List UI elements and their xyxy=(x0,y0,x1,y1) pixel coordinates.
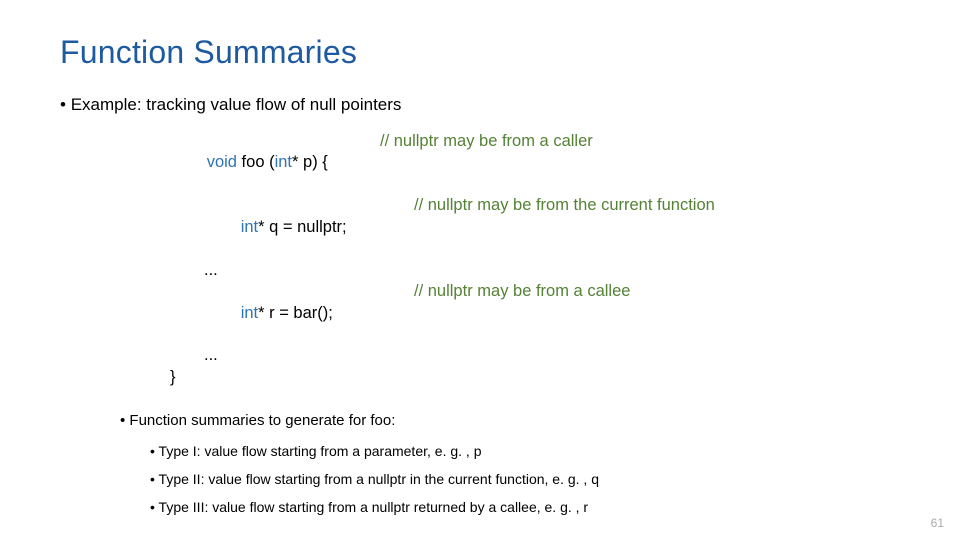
kw-void: void xyxy=(207,153,237,171)
code-line-5: ... xyxy=(170,345,900,366)
type-1: Type I: value flow starting from a param… xyxy=(150,443,900,459)
kw-int-3: int xyxy=(241,304,258,322)
code-block: void foo (int* p) { // nullptr may be fr… xyxy=(170,131,900,388)
type-2: Type II: value flow starting from a null… xyxy=(150,471,900,487)
code-line-6: } xyxy=(170,367,900,388)
code-foo: foo ( xyxy=(237,153,275,171)
code-line-3: ... xyxy=(170,260,900,281)
type-2-text: Type II: value flow starting from a null… xyxy=(159,471,599,487)
type-3: Type III: value flow starting from a nul… xyxy=(150,499,900,515)
comment-1: // nullptr may be from a caller xyxy=(380,131,593,195)
example-text: Example: tracking value flow of null poi… xyxy=(71,95,402,114)
code-line-4: int* r = bar(); // nullptr may be from a… xyxy=(170,281,900,345)
code-q: * q = nullptr; xyxy=(258,218,347,236)
dots-2: ... xyxy=(170,345,414,366)
code-param: * p) { xyxy=(292,153,328,171)
summary-section: Function summaries to generate for foo: … xyxy=(120,412,900,515)
example-bullet: Example: tracking value flow of null poi… xyxy=(60,95,900,115)
summary-heading: Function summaries to generate for foo: xyxy=(120,412,900,429)
kw-int-2: int xyxy=(241,218,258,236)
comment-3: // nullptr may be from a callee xyxy=(414,281,630,345)
slide: Function Summaries Example: tracking val… xyxy=(0,0,960,540)
type-1-text: Type I: value flow starting from a param… xyxy=(159,443,482,459)
code-line-2: int* q = nullptr; // nullptr may be from… xyxy=(170,195,900,259)
code-close: } xyxy=(170,367,176,388)
code-line-1: void foo (int* p) { // nullptr may be fr… xyxy=(170,131,900,195)
type-3-text: Type III: value flow starting from a nul… xyxy=(159,499,589,515)
page-title: Function Summaries xyxy=(60,34,900,71)
comment-2: // nullptr may be from the current funct… xyxy=(414,195,715,259)
code-r: * r = bar(); xyxy=(258,304,333,322)
page-number: 61 xyxy=(931,516,944,530)
dots-1: ... xyxy=(170,260,414,281)
kw-int-1: int xyxy=(275,153,292,171)
summary-heading-text: Function summaries to generate for foo: xyxy=(129,412,395,429)
